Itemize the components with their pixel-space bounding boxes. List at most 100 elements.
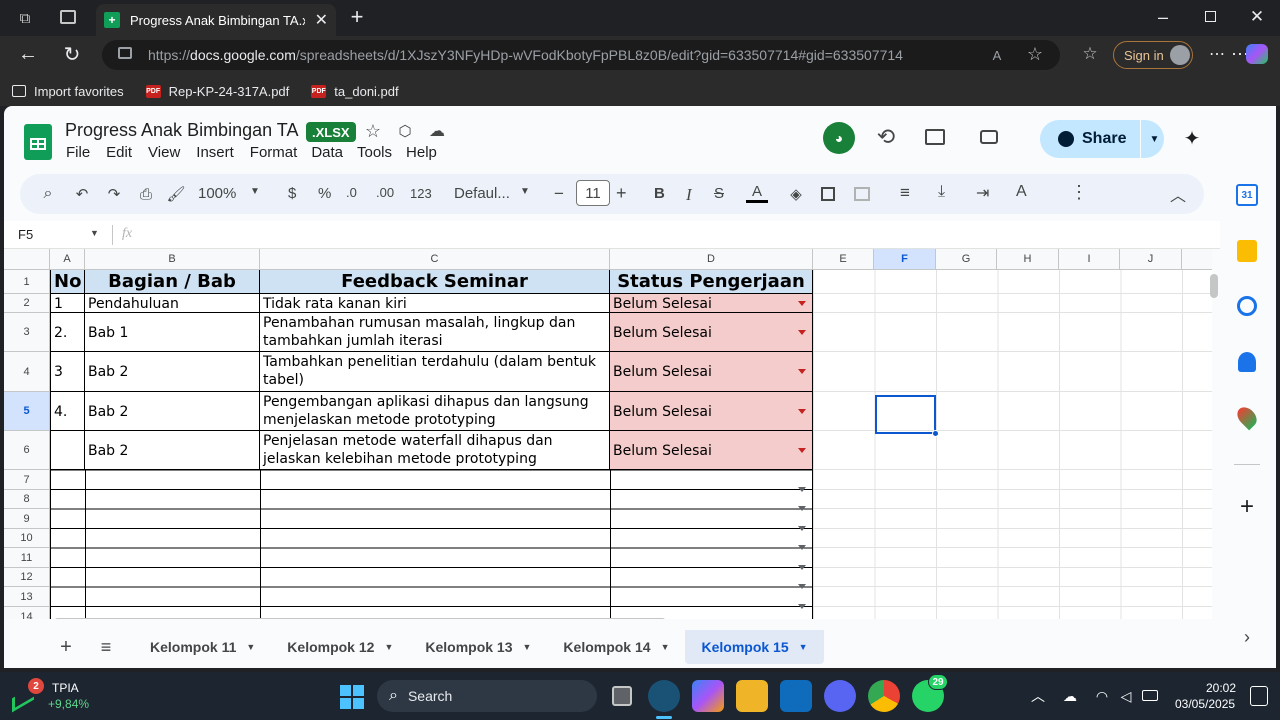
minimize-icon[interactable]: – (1150, 6, 1176, 28)
horizontal-scrollbar[interactable] (54, 618, 666, 619)
version-history-icon[interactable]: ⟲ (873, 124, 899, 150)
row-header-14[interactable]: 14 (4, 607, 50, 619)
empty-table-rows[interactable] (50, 470, 813, 619)
decrease-font-size-button[interactable]: − (554, 184, 564, 204)
favorite-import[interactable]: Import favorites (12, 84, 124, 99)
cloud-status-icon[interactable]: ☁ (426, 120, 448, 142)
contacts-icon[interactable] (1238, 352, 1256, 372)
table-cell-status[interactable]: Belum Selesai (610, 294, 813, 313)
favorite-pdf-2[interactable]: PDF ta_doni.pdf (311, 84, 399, 99)
fill-handle[interactable] (932, 430, 939, 437)
horizontal-align-icon[interactable]: ≡ (900, 183, 910, 203)
column-header-h[interactable]: H (997, 249, 1059, 270)
sheet-tab-kelompok-11[interactable]: Kelompok 11 ▼ (134, 630, 271, 664)
chrome-icon[interactable] (868, 680, 900, 712)
stock-widget-icon[interactable]: 2 (12, 678, 44, 713)
header-cell-no[interactable]: No (50, 270, 85, 294)
share-dropdown-icon[interactable]: ▼ (1149, 134, 1159, 145)
table-cell-bab[interactable]: Bab 2 (85, 352, 260, 392)
close-window-icon[interactable]: ✕ (1246, 6, 1268, 28)
add-sheet-icon[interactable]: + (46, 636, 86, 659)
column-header-d[interactable]: D (610, 249, 813, 270)
menu-insert[interactable]: Insert (196, 144, 234, 161)
menu-tools[interactable]: Tools (357, 144, 392, 161)
vertical-tabs-icon[interactable] (60, 10, 76, 24)
status-dropdown-icon[interactable] (798, 301, 806, 306)
row-header-10[interactable]: 10 (4, 529, 50, 548)
column-header-a[interactable]: A (50, 249, 85, 270)
chevron-down-icon[interactable]: ▼ (523, 642, 532, 652)
row-header-6[interactable]: 6 (4, 431, 50, 470)
status-dropdown-icon[interactable] (798, 330, 806, 335)
row-header-7[interactable]: 7 (4, 470, 50, 490)
clock-time[interactable]: 20:02 (1206, 681, 1236, 695)
table-cell-feedback[interactable]: Pengembangan aplikasi dihapus dan langsu… (260, 392, 610, 431)
chevron-down-icon[interactable]: ▼ (384, 642, 393, 652)
whatsapp-icon[interactable]: 29 (912, 674, 948, 712)
comments-icon[interactable] (925, 129, 945, 145)
table-cell-no[interactable]: 1 (50, 294, 85, 313)
increase-decimal-button[interactable]: .00 (376, 185, 394, 200)
zoom-select[interactable]: 100% (198, 185, 236, 202)
calendar-icon[interactable]: 31 (1236, 184, 1258, 206)
wifi-icon[interactable]: ◠ (1092, 686, 1112, 706)
new-tab-icon[interactable]: + (344, 4, 370, 30)
doc-title[interactable]: Progress Anak Bimbingan TA (65, 120, 298, 141)
status-dropdown-icon[interactable] (798, 409, 806, 414)
sheet-tab-kelompok-12[interactable]: Kelompok 12 ▼ (271, 630, 409, 664)
vertical-align-icon[interactable]: ⤓ (938, 183, 945, 201)
table-cell-feedback[interactable]: Penjelasan metode waterfall dihapus dan … (260, 431, 610, 470)
outlook-icon[interactable] (780, 680, 812, 712)
row-header-4[interactable]: 4 (4, 352, 50, 392)
restore-icon[interactable] (1205, 11, 1216, 22)
share-button[interactable]: Share ▼ (1040, 120, 1164, 158)
column-header-c[interactable]: C (260, 249, 610, 270)
table-cell-bab[interactable]: Bab 2 (85, 392, 260, 431)
sheet-tab-kelompok-14[interactable]: Kelompok 14 ▼ (547, 630, 685, 664)
meet-icon[interactable] (980, 130, 998, 144)
cloud-icon[interactable]: ☁ (1060, 686, 1080, 706)
text-rotation-icon[interactable]: A (1016, 183, 1027, 201)
table-cell-no[interactable]: 3 (50, 352, 85, 392)
table-cell-status[interactable]: Belum Selesai (610, 431, 813, 470)
read-aloud-icon[interactable]: A (986, 45, 1008, 65)
table-cell-no[interactable]: 2. (50, 313, 85, 352)
print-icon[interactable]: ⎙ (136, 184, 156, 204)
text-wrapping-icon[interactable]: ⇥ (976, 183, 989, 203)
battery-icon[interactable] (1142, 690, 1158, 701)
selected-cell-f5[interactable] (875, 395, 936, 434)
paint-format-icon[interactable]: 🖌 (166, 184, 186, 204)
row-header-8[interactable]: 8 (4, 490, 50, 509)
row-header-5[interactable]: 5 (4, 392, 50, 431)
workspaces-icon[interactable]: ⧉ (14, 8, 36, 28)
back-icon[interactable]: ← (16, 42, 40, 66)
merge-cells-icon[interactable] (854, 187, 870, 201)
discord-icon[interactable] (824, 680, 856, 712)
header-cell-status[interactable]: Status Pengerjaan (610, 270, 813, 294)
font-select[interactable]: Defaul... (454, 185, 510, 202)
currency-format-button[interactable]: $ (288, 185, 296, 202)
settings-more-icon[interactable]: ⋯ (1207, 44, 1227, 64)
table-cell-bab[interactable]: Pendahuluan (85, 294, 260, 313)
sign-in-button[interactable]: Sign in (1113, 41, 1193, 69)
zoom-dropdown-icon[interactable]: ▼ (250, 186, 260, 197)
all-sheets-icon[interactable]: ≡ (86, 637, 126, 658)
font-size-input[interactable]: 11 (576, 180, 610, 206)
column-header-j[interactable]: J (1120, 249, 1182, 270)
status-dropdown-icon[interactable] (798, 369, 806, 374)
table-cell-no[interactable]: 4. (50, 392, 85, 431)
italic-button[interactable]: I (686, 185, 692, 205)
table-cell-no[interactable] (50, 431, 85, 470)
spreadsheet-grid[interactable]: A B C D E F G H I J 1 2 3 4 5 6 7 8 9 10… (4, 249, 1212, 619)
status-dropdown-icon[interactable] (798, 506, 806, 511)
show-hidden-icons[interactable]: ︿ (1028, 686, 1048, 706)
borders-icon[interactable] (821, 187, 835, 201)
select-all-corner[interactable] (4, 249, 50, 270)
header-cell-bab[interactable]: Bagian / Bab (85, 270, 260, 294)
font-dropdown-icon[interactable]: ▼ (520, 186, 530, 197)
close-tab-icon[interactable]: ✕ (315, 10, 328, 30)
collaborator-avatar[interactable]: ◕ (823, 122, 855, 154)
file-format-badge[interactable]: .XLSX (306, 122, 356, 142)
redo-icon[interactable]: ↷ (104, 184, 124, 204)
strikethrough-button[interactable]: S (714, 185, 724, 202)
